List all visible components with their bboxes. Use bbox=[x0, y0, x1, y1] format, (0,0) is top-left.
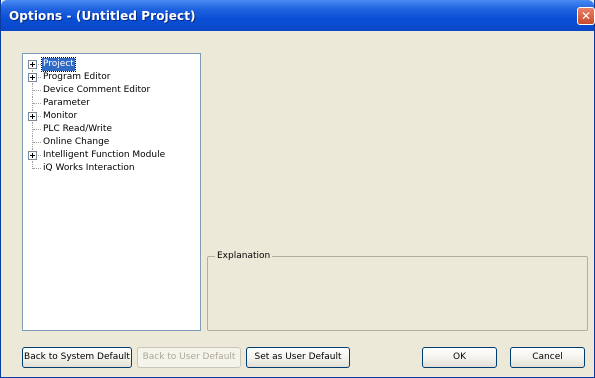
tree-item-device-comment-editor[interactable]: Device Comment Editor bbox=[23, 84, 201, 97]
tree-item-label: Monitor bbox=[43, 111, 78, 121]
tree-item-label: Online Change bbox=[43, 137, 110, 147]
explanation-group: Explanation bbox=[207, 251, 588, 331]
options-tree[interactable]: Project Program Editor Device Comment Ed… bbox=[22, 53, 201, 331]
tree-item-label: Program Editor bbox=[43, 72, 111, 82]
tree-item-program-editor[interactable]: Program Editor bbox=[23, 71, 201, 84]
window-title: Options - (Untitled Project) bbox=[9, 9, 196, 23]
tree-item-monitor[interactable]: Monitor bbox=[23, 110, 201, 123]
back-to-system-default-button[interactable]: Back to System Default bbox=[22, 347, 132, 368]
close-icon: ✕ bbox=[580, 9, 592, 23]
set-as-user-default-button[interactable]: Set as User Default bbox=[246, 347, 350, 368]
close-button[interactable]: ✕ bbox=[577, 7, 595, 25]
tree-item-label: Project bbox=[41, 57, 76, 72]
expand-icon[interactable] bbox=[28, 60, 37, 69]
options-dialog: Options - (Untitled Project) ✕ Project P… bbox=[0, 0, 595, 378]
tree-item-parameter[interactable]: Parameter bbox=[23, 97, 201, 110]
tree-item-project[interactable]: Project bbox=[23, 57, 201, 72]
tree-item-label: Parameter bbox=[43, 98, 90, 108]
expand-icon[interactable] bbox=[28, 151, 37, 160]
tree-item-plc-read-write[interactable]: PLC Read/Write bbox=[23, 123, 201, 136]
explanation-label: Explanation bbox=[215, 251, 273, 262]
tree-item-intelligent-function-module[interactable]: Intelligent Function Module bbox=[23, 149, 201, 162]
tree-item-label: iQ Works Interaction bbox=[43, 163, 135, 173]
tree-item-label: PLC Read/Write bbox=[43, 124, 112, 134]
back-to-user-default-button[interactable]: Back to User Default bbox=[137, 347, 241, 368]
tree-item-label: Intelligent Function Module bbox=[43, 150, 166, 160]
expand-icon[interactable] bbox=[28, 73, 37, 82]
ok-button[interactable]: OK bbox=[422, 347, 497, 368]
title-bar[interactable]: Options - (Untitled Project) ✕ bbox=[1, 0, 595, 31]
tree-item-iq-works-interaction[interactable]: iQ Works Interaction bbox=[23, 162, 201, 175]
tree-item-label: Device Comment Editor bbox=[43, 85, 151, 95]
cancel-button[interactable]: Cancel bbox=[510, 347, 585, 368]
tree-item-online-change[interactable]: Online Change bbox=[23, 136, 201, 149]
expand-icon[interactable] bbox=[28, 112, 37, 121]
